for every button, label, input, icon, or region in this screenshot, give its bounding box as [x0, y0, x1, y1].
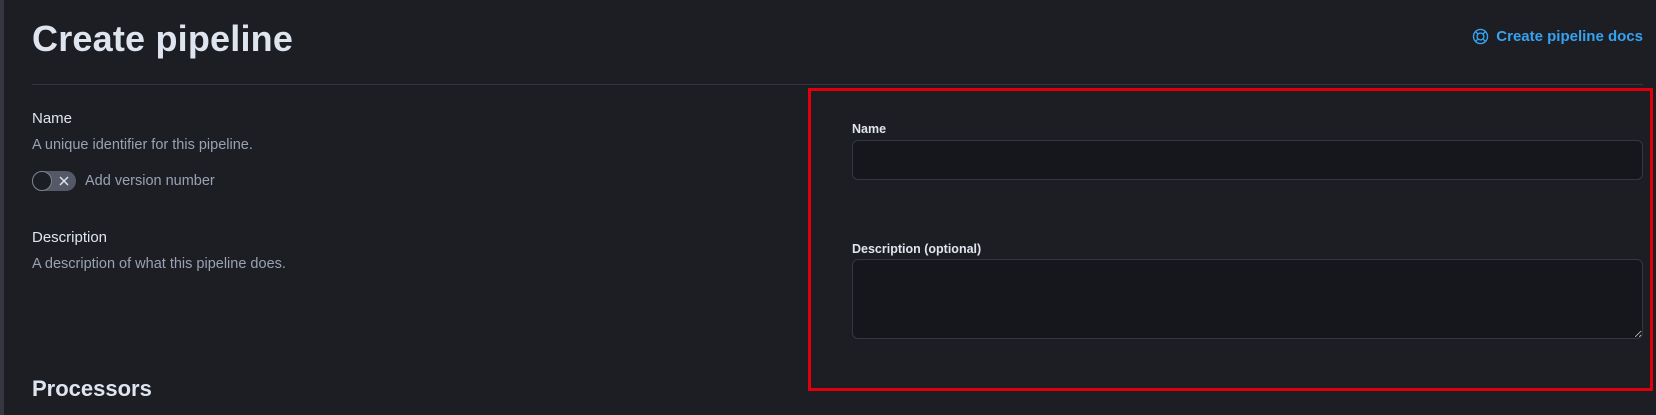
add-version-switch[interactable] [32, 171, 76, 191]
name-field-label: Name [852, 122, 887, 136]
description-section-description: A description of what this pipeline does… [32, 256, 286, 272]
header-divider [32, 84, 1643, 85]
add-version-label: Add version number [85, 173, 215, 189]
page-title: Create pipeline [32, 18, 294, 59]
description-field-label: Description (optional) [852, 242, 982, 256]
docs-link-label: Create pipeline docs [1496, 28, 1643, 45]
name-input[interactable] [852, 140, 1643, 180]
cross-icon [59, 176, 69, 186]
create-pipeline-docs-link[interactable]: Create pipeline docs [1472, 28, 1643, 45]
create-pipeline-page: Create pipeline Create pipeline docs Nam… [0, 0, 1656, 415]
form-highlight-box [808, 88, 1653, 391]
processors-title: Processors [32, 376, 152, 401]
switch-knob [32, 171, 52, 191]
description-section-title: Description [32, 229, 108, 246]
add-version-toggle-row[interactable]: Add version number [32, 171, 215, 191]
name-section-title: Name [32, 110, 73, 127]
lifebuoy-icon [1473, 28, 1489, 45]
description-textarea[interactable] [852, 259, 1643, 339]
name-section-description: A unique identifier for this pipeline. [32, 137, 253, 153]
